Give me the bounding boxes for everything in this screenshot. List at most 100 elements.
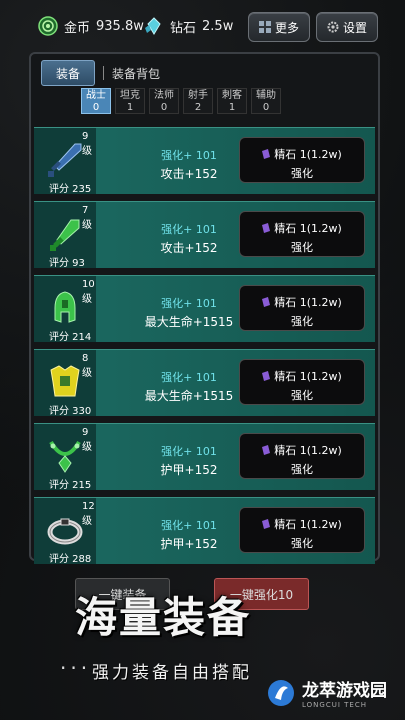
- equipment-panel: 装备 装备背包 战士 0 坦克 1 法师 0 射手 2 刺客 1 辅助 0 9级 评分 23…: [29, 52, 380, 565]
- banner-title: 海量装备: [75, 593, 252, 642]
- equipment-card: 9级 评分 235 强化+ 101 攻击+152 精石 1(1.2w) 强化: [34, 127, 375, 195]
- enhance-cost: 精石 1(1.2w): [274, 518, 342, 531]
- dagger-icon: [50, 219, 80, 251]
- equipment-slot[interactable]: 10级 评分 214: [34, 276, 96, 343]
- watermark: 龙萃游戏园 LONGCUI TECH: [266, 676, 387, 709]
- enhance-button[interactable]: 精石 1(1.2w) 强化: [239, 433, 365, 479]
- refined-stone-icon: [262, 297, 271, 307]
- enhance-level: 强化+ 101: [161, 223, 217, 236]
- watermark-brand: 龙萃游戏园: [302, 681, 387, 701]
- equipment-level: 9级: [82, 131, 92, 157]
- class-filter: 战士 0 坦克 1 法师 0 射手 2 刺客 1 辅助 0: [81, 88, 281, 114]
- enhance-cost: 精石 1(1.2w): [274, 148, 342, 161]
- equipment-score: 评分 235: [49, 184, 92, 195]
- diamond-display: 钻石 2.5w: [144, 16, 233, 36]
- refined-stone-icon: [262, 445, 271, 455]
- coin-icon: [38, 16, 58, 36]
- enhance-level: 强化+ 101: [161, 371, 217, 384]
- coin-value: 935.8w: [96, 18, 144, 34]
- equipment-score: 评分 215: [49, 480, 92, 491]
- tab-equipment-bag[interactable]: 装备背包: [112, 65, 160, 82]
- more-label: 更多: [274, 20, 299, 35]
- class-warrior[interactable]: 战士 0: [81, 88, 111, 114]
- enhance-level: 强化+ 101: [161, 445, 217, 458]
- enhance-button[interactable]: 精石 1(1.2w) 强化: [239, 285, 365, 331]
- armor-icon: [50, 365, 80, 397]
- helmet-icon: [54, 291, 76, 323]
- class-support[interactable]: 辅助 0: [251, 88, 281, 114]
- settings-button[interactable]: 设置: [316, 12, 378, 42]
- diamond-icon: [145, 17, 161, 35]
- equipment-card: 7级 评分 93 强化+ 101 攻击+152 精石 1(1.2w) 强化: [34, 201, 375, 269]
- enhance-button[interactable]: 精石 1(1.2w) 强化: [239, 359, 365, 405]
- enhance-level: 强化+ 101: [161, 519, 217, 532]
- class-tank[interactable]: 坦克 1: [115, 88, 145, 114]
- enhance-label: 强化: [291, 241, 313, 254]
- enhance-cost: 精石 1(1.2w): [274, 222, 342, 235]
- equipment-stat: 攻击+152: [160, 241, 218, 255]
- enhance-level: 强化+ 101: [161, 297, 217, 310]
- enhance-label: 强化: [291, 463, 313, 476]
- equipment-score: 评分 214: [49, 332, 92, 343]
- settings-label: 设置: [342, 20, 367, 35]
- equipment-slot[interactable]: 7级 评分 93: [34, 202, 96, 269]
- equipment-slot[interactable]: 9级 评分 235: [34, 128, 96, 195]
- equipment-stat: 护甲+152: [160, 537, 218, 551]
- equipment-stat: 攻击+152: [160, 167, 218, 181]
- equipment-level: 8级: [82, 353, 92, 379]
- enhance-button[interactable]: 精石 1(1.2w) 强化: [239, 507, 365, 553]
- equipment-stat: 最大生命+1515: [144, 389, 234, 403]
- equipment-slot[interactable]: 9级 评分 215: [34, 424, 96, 491]
- equipment-stat: 最大生命+1515: [144, 315, 234, 329]
- equipment-card: 8级 评分 330 强化+ 101 最大生命+1515 精石 1(1.2w) 强…: [34, 349, 375, 417]
- equipment-slot[interactable]: 12级 评分 288: [34, 498, 96, 565]
- banner-subtitle: 强力装备自由搭配: [92, 663, 252, 683]
- equipment-level: 10级: [82, 279, 95, 305]
- equipment-level: 12级: [82, 501, 95, 527]
- enhance-label: 强化: [291, 537, 313, 550]
- refined-stone-icon: [262, 519, 271, 529]
- enhance-cost: 精石 1(1.2w): [274, 444, 342, 457]
- coin-label: 金币: [64, 20, 91, 36]
- diamond-label: 钻石: [170, 20, 197, 36]
- top-bar: 金币 935.8w 钻石 2.5w 更多 设置: [0, 0, 405, 52]
- brand-logo-icon: [268, 679, 294, 706]
- gear-icon: [327, 21, 339, 33]
- tab-equipment[interactable]: 装备: [41, 60, 95, 86]
- equipment-level: 9级: [82, 427, 92, 453]
- equipment-card: 9级 评分 215 强化+ 101 护甲+152 精石 1(1.2w) 强化: [34, 423, 375, 491]
- enhance-label: 强化: [291, 315, 313, 328]
- enhance-cost: 精石 1(1.2w): [274, 296, 342, 309]
- enhance-cost: 精石 1(1.2w): [274, 370, 342, 383]
- equipment-score: 评分 330: [49, 406, 92, 417]
- enhance-label: 强化: [291, 167, 313, 180]
- more-button[interactable]: 更多: [248, 12, 310, 42]
- equipment-card: 12级 评分 288 强化+ 101 护甲+152 精石 1(1.2w) 强化: [34, 497, 375, 565]
- equipment-score: 评分 288: [49, 554, 92, 565]
- equipment-stat: 护甲+152: [160, 463, 218, 477]
- class-assassin[interactable]: 刺客 1: [217, 88, 247, 114]
- enhance-button[interactable]: 精石 1(1.2w) 强化: [239, 211, 365, 257]
- refined-stone-icon: [262, 371, 271, 381]
- equipment-slot[interactable]: 8级 评分 330: [34, 350, 96, 417]
- necklace-icon: [49, 440, 81, 473]
- refined-stone-icon: [262, 149, 271, 159]
- ring-icon: [47, 518, 83, 545]
- tab-bar: 装备 装备背包: [41, 60, 160, 86]
- equipment-level: 7级: [82, 205, 92, 231]
- coin-display: 金币 935.8w: [38, 16, 144, 36]
- banner-dots: ···: [60, 656, 92, 680]
- tab-divider: [103, 66, 104, 80]
- enhance-button[interactable]: 精石 1(1.2w) 强化: [239, 137, 365, 183]
- refined-stone-icon: [262, 223, 271, 233]
- class-archer[interactable]: 射手 2: [183, 88, 213, 114]
- class-mage[interactable]: 法师 0: [149, 88, 179, 114]
- equipment-card: 10级 评分 214 强化+ 101 最大生命+1515 精石 1(1.2w) …: [34, 275, 375, 343]
- diamond-value: 2.5w: [202, 18, 234, 34]
- enhance-level: 强化+ 101: [161, 149, 217, 162]
- enhance-label: 强化: [291, 389, 313, 402]
- equipment-score: 评分 93: [49, 258, 85, 269]
- grid-icon: [258, 21, 271, 33]
- sword-icon: [48, 143, 82, 177]
- watermark-sub: LONGCUI TECH: [302, 701, 367, 709]
